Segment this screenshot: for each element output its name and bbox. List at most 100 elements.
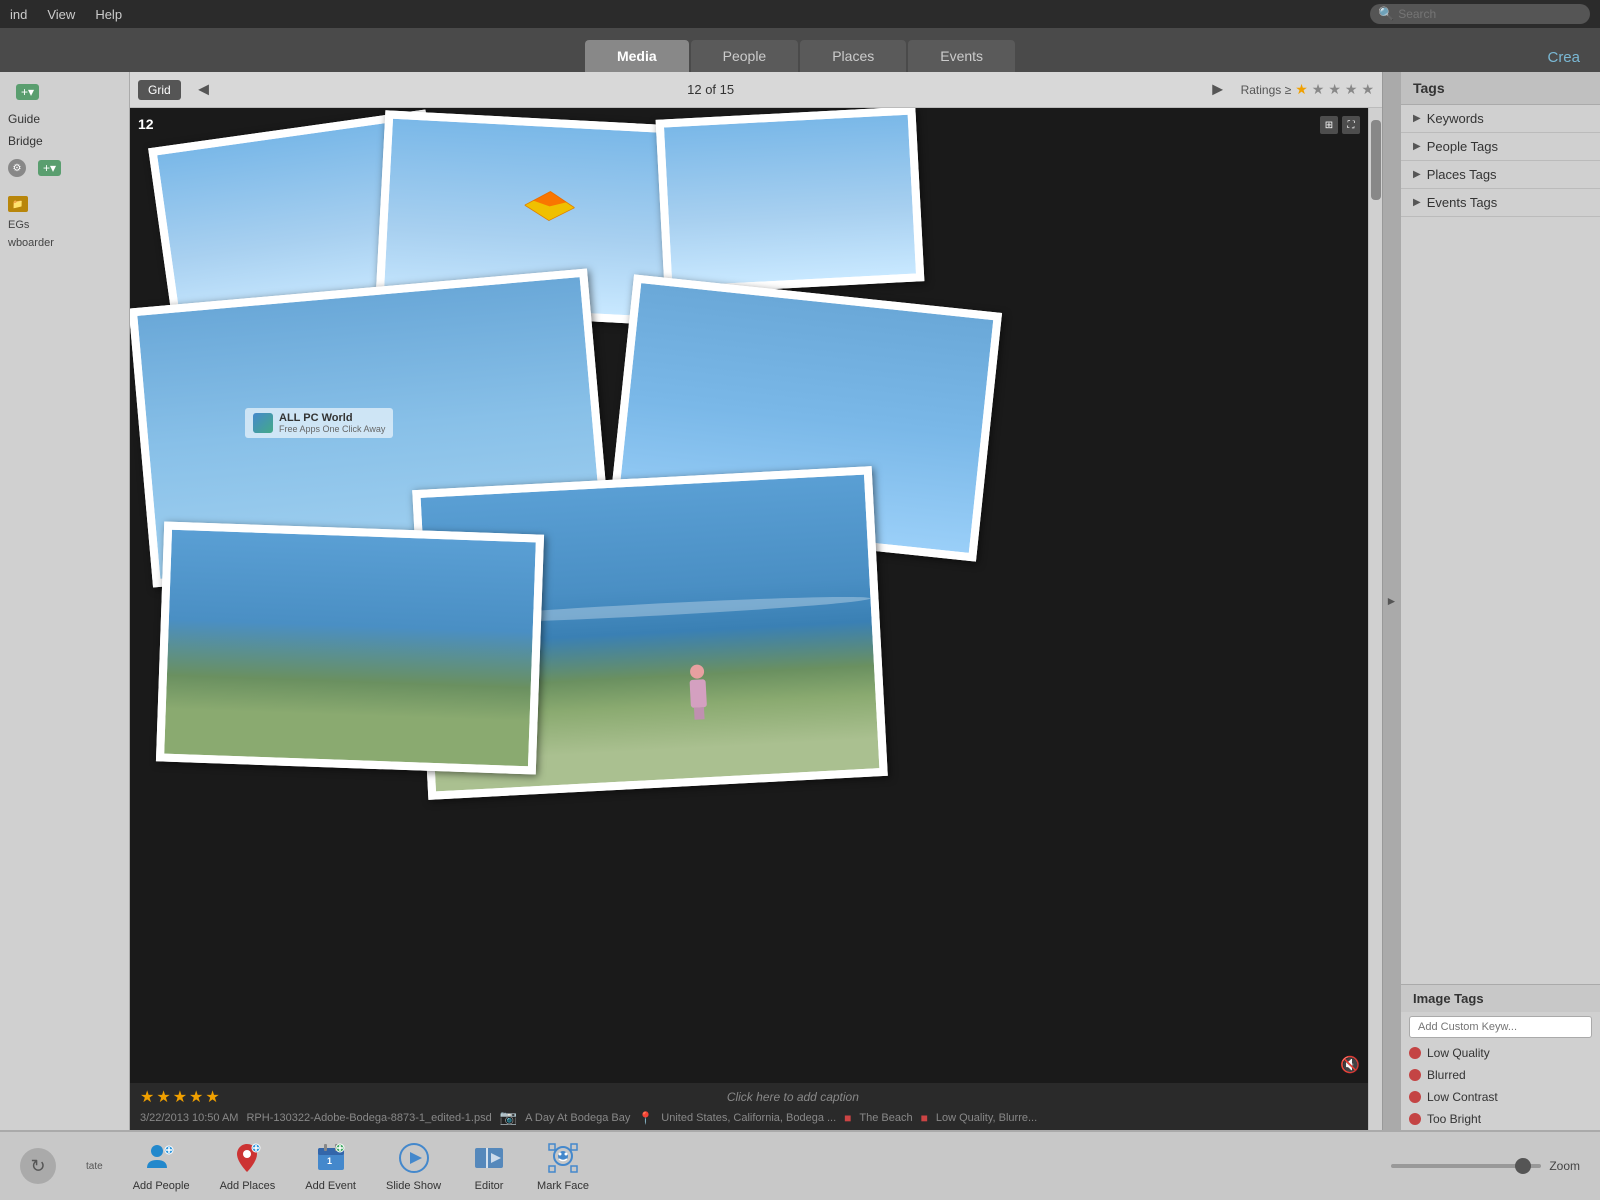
rating-star-5[interactable]: ★ — [205, 1087, 219, 1107]
star-3[interactable]: ★ — [1328, 81, 1341, 98]
right-panel: Tags ▶ Keywords ▶ People Tags ▶ Places T… — [1400, 72, 1600, 1130]
album-icon: 📷 — [500, 1109, 517, 1126]
add-people-button[interactable]: Add People — [133, 1140, 190, 1192]
create-button[interactable]: Crea — [1547, 49, 1580, 66]
tab-events[interactable]: Events — [908, 40, 1015, 72]
tag-dot-low-contrast — [1409, 1091, 1421, 1103]
add-button[interactable]: +▾ — [16, 84, 39, 100]
tag-row-low-quality: Low Quality — [1401, 1042, 1600, 1064]
image-caption[interactable]: Click here to add caption — [228, 1090, 1358, 1104]
star-5[interactable]: ★ — [1361, 81, 1374, 98]
scrollbar[interactable] — [1368, 108, 1382, 1130]
tag-events-tags[interactable]: ▶ Events Tags — [1401, 189, 1600, 217]
prev-arrow[interactable]: ◄ — [189, 79, 219, 100]
add-places-label: Add Places — [220, 1180, 276, 1192]
mark-face-svg — [545, 1140, 581, 1176]
tab-people[interactable]: People — [691, 40, 799, 72]
sidebar-item-guide[interactable]: Guide — [0, 108, 129, 130]
add-people-icon — [143, 1140, 179, 1176]
tag-places-tags[interactable]: ▶ Places Tags — [1401, 161, 1600, 189]
search-input[interactable] — [1398, 7, 1578, 21]
scroll-thumb[interactable] — [1371, 120, 1381, 200]
rating-star-1[interactable]: ★ — [140, 1087, 154, 1107]
sidebar-selected-item[interactable] — [0, 184, 129, 192]
rating-star-4[interactable]: ★ — [189, 1087, 203, 1107]
tag-arrow-places: ▶ — [1413, 169, 1421, 180]
tag-arrow-keywords: ▶ — [1413, 113, 1421, 124]
add-event-svg: 1 — [313, 1140, 349, 1176]
tab-places[interactable]: Places — [800, 40, 906, 72]
zoom-slider[interactable] — [1391, 1164, 1541, 1168]
rotate-button[interactable]: ↻ — [20, 1148, 56, 1184]
location-label: United States, California, Bodega ... — [661, 1112, 836, 1124]
image-icons: ⊞ ⛶ — [1320, 116, 1360, 134]
sidebar-item-snowboarder[interactable]: wboarder — [0, 234, 129, 252]
tag-label-2: Low Quality, Blurre... — [936, 1112, 1037, 1124]
image-tags-section: Image Tags Low Quality Blurred Low Contr… — [1401, 984, 1600, 1130]
kite-svg — [524, 190, 576, 223]
image-number: 12 — [138, 116, 154, 132]
editor-icon — [471, 1140, 507, 1176]
mark-face-label: Mark Face — [537, 1180, 589, 1192]
zoom-area: Zoom — [1391, 1159, 1580, 1173]
grid-button[interactable]: Grid — [138, 80, 181, 100]
slideshow-button[interactable]: Slide Show — [386, 1140, 441, 1192]
add-people-svg — [143, 1140, 179, 1176]
page-info: 12 of 15 — [227, 82, 1195, 97]
tag-icon-2: ■ — [921, 1111, 928, 1125]
next-arrow[interactable]: ► — [1203, 79, 1233, 100]
left-panel: +▾ Guide Bridge ⚙ +▾ 📁 EGs wboarder — [0, 72, 130, 1130]
image-tags-header: Image Tags — [1401, 985, 1600, 1012]
sidebar-item-egs[interactable]: EGs — [0, 216, 129, 234]
image-info-row: 3/22/2013 10:50 AM RPH-130322-Adobe-Bode… — [140, 1109, 1358, 1126]
ratings-label: Ratings ≥ — [1241, 83, 1292, 97]
rating-star-2[interactable]: ★ — [156, 1087, 170, 1107]
image-panel: 12 ⊞ ⛶ — [130, 108, 1368, 1130]
people-tags-label: People Tags — [1427, 139, 1498, 154]
guide-label: Guide — [8, 112, 40, 126]
star-2[interactable]: ★ — [1312, 81, 1325, 98]
photo-collage: ALL PC World Free Apps One Click Away — [130, 108, 1368, 1083]
sidebar-item-bridge[interactable]: Bridge — [0, 130, 129, 152]
tag-keywords[interactable]: ▶ Keywords — [1401, 105, 1600, 133]
tag-low-quality-label: Low Quality — [1427, 1046, 1490, 1060]
add-people-label: Add People — [133, 1180, 190, 1192]
tab-media[interactable]: Media — [585, 40, 689, 72]
star-1[interactable]: ★ — [1295, 81, 1308, 98]
add-places-button[interactable]: Add Places — [220, 1140, 276, 1192]
events-tags-label: Events Tags — [1427, 195, 1498, 210]
editor-button[interactable]: Editor — [471, 1140, 507, 1192]
settings-icon[interactable]: ⚙ — [8, 159, 26, 177]
watermark-line1: ALL PC World — [279, 412, 385, 424]
custom-keyword-input[interactable] — [1409, 1016, 1592, 1038]
menu-ind[interactable]: ind — [10, 7, 27, 22]
menu-view[interactable]: View — [47, 7, 75, 22]
settings-row: ⚙ +▾ — [0, 152, 129, 184]
tag-too-bright-label: Too Bright — [1427, 1112, 1481, 1126]
fullscreen-icon[interactable]: ⛶ — [1342, 116, 1360, 134]
folder-add-btn[interactable]: +▾ — [38, 160, 61, 176]
rotate-label: tate — [86, 1161, 103, 1172]
tag-row-blurred: Blurred — [1401, 1064, 1600, 1086]
tag-dot-low-quality — [1409, 1047, 1421, 1059]
sound-icon[interactable]: 🔇 — [1340, 1055, 1360, 1075]
menu-help[interactable]: Help — [95, 7, 122, 22]
mark-face-button[interactable]: Mark Face — [537, 1140, 589, 1192]
star-4[interactable]: ★ — [1345, 81, 1358, 98]
zoom-thumb[interactable] — [1515, 1158, 1531, 1174]
add-places-icon — [229, 1140, 265, 1176]
location-icon: 📍 — [638, 1111, 653, 1125]
slideshow-svg — [396, 1140, 432, 1176]
search-bar: 🔍 — [1370, 4, 1590, 24]
places-tags-label: Places Tags — [1427, 167, 1497, 182]
viewer-row: 12 ⊞ ⛶ — [130, 108, 1382, 1130]
tag-label-1: The Beach — [859, 1112, 912, 1124]
fit-icon[interactable]: ⊞ — [1320, 116, 1338, 134]
watermark-line2: Free Apps One Click Away — [279, 424, 385, 434]
slideshow-icon — [396, 1140, 432, 1176]
tag-people-tags[interactable]: ▶ People Tags — [1401, 133, 1600, 161]
tag-dot-too-bright — [1409, 1113, 1421, 1125]
add-event-button[interactable]: 1 Add Event — [305, 1140, 356, 1192]
rating-star-3[interactable]: ★ — [173, 1087, 187, 1107]
panel-expand-button[interactable]: ► — [1382, 72, 1400, 1130]
